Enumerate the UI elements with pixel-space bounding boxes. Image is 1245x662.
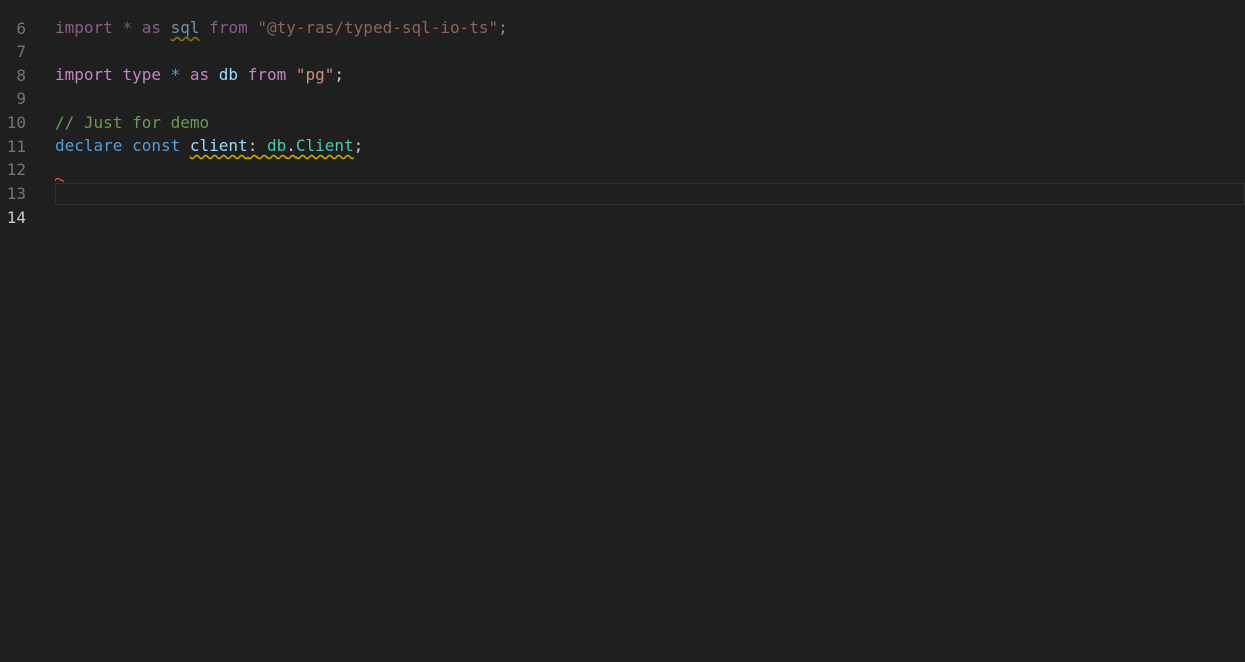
keyword-import: import (55, 18, 113, 37)
semicolon: ; (498, 18, 508, 37)
module-string: "pg" (295, 65, 335, 84)
code-content[interactable]: // Just for demo (55, 111, 209, 135)
declaration-with-warning[interactable]: client: db.Client (190, 136, 354, 155)
keyword-const: const (132, 136, 181, 155)
semicolon: ; (334, 65, 345, 84)
code-content[interactable]: import * as sql from "@ty-ras/typed-sql-… (55, 16, 508, 40)
code-line[interactable]: 8 (0, 40, 1245, 85)
code-content[interactable]: declare const client: db.Client; (55, 134, 363, 158)
code-line-active[interactable]: 14 (0, 182, 1245, 227)
dot: . (286, 136, 296, 155)
identifier-sql[interactable]: sql (171, 18, 200, 37)
keyword-import: import (55, 65, 113, 84)
line-number-active: 14 (6, 207, 26, 227)
module-string: "@ty-ras/typed-sql-io-ts" (257, 18, 499, 37)
colon: : (247, 136, 258, 155)
code-line[interactable]: 10 (0, 87, 1245, 132)
keyword-as: as (141, 18, 161, 37)
code-editor[interactable]: 6 7 import * as sql from "@ty-ras/typed-… (0, 0, 1245, 662)
code-line[interactable]: 12 declare const client: db.Client; (0, 134, 1245, 179)
code-line[interactable]: 6 (0, 0, 1245, 38)
namespace-star: * (122, 18, 133, 37)
namespace-db[interactable]: db (267, 136, 286, 155)
identifier-client[interactable]: client (190, 136, 248, 155)
type-client[interactable]: Client (296, 136, 354, 155)
code-line[interactable]: 7 import * as sql from "@ty-ras/typed-sq… (0, 16, 1245, 61)
identifier-db[interactable]: db (219, 65, 238, 84)
semicolon: ; (353, 136, 364, 155)
keyword-as: as (189, 65, 210, 84)
keyword-type: type (122, 65, 161, 84)
code-line[interactable]: 9 import type * as db from "pg"; (0, 63, 1245, 108)
namespace-star: * (170, 65, 181, 84)
comment: // Just for demo (55, 113, 210, 132)
code-line[interactable]: 11 // Just for demo (0, 111, 1245, 156)
code-content[interactable]: import type * as db from "pg"; (55, 63, 344, 87)
code-line[interactable]: 13 (0, 158, 1245, 203)
keyword-from: from (209, 18, 248, 37)
keyword-declare: declare (55, 136, 123, 155)
keyword-from: from (247, 65, 287, 84)
